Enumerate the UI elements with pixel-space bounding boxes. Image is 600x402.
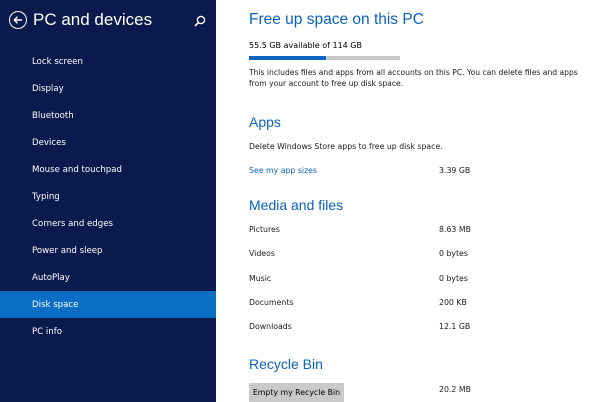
sidebar-item-devices[interactable]: Devices [0, 129, 216, 156]
media-row-value: 0 bytes [439, 274, 468, 283]
sidebar-item-pc-info[interactable]: PC info [0, 318, 216, 345]
sidebar-item-typing[interactable]: Typing [0, 183, 216, 210]
media-row-label: Downloads [249, 322, 292, 331]
sidebar-item-display[interactable]: Display [0, 75, 216, 102]
sidebar-item-mouse-and-touchpad[interactable]: Mouse and touchpad [0, 156, 216, 183]
media-row-label: Documents [249, 298, 294, 307]
disk-usage-bar [249, 56, 400, 60]
sidebar-item-bluetooth[interactable]: Bluetooth [0, 102, 216, 129]
media-row-value: 8.63 MB [439, 225, 471, 234]
media-row-value: 200 KB [439, 298, 467, 307]
apps-description: Delete Windows Store apps to free up dis… [249, 142, 443, 151]
sidebar-item-corners-and-edges[interactable]: Corners and edges [0, 210, 216, 237]
recycle-bin-heading: Recycle Bin [249, 356, 323, 372]
sidebar: PC and devices Lock screen Display Bluet… [0, 0, 216, 402]
sidebar-item-lock-screen[interactable]: Lock screen [0, 48, 216, 75]
page-title: Free up space on this PC [249, 11, 424, 28]
disk-space-description: This includes files and apps from all ac… [249, 68, 578, 88]
media-row-label: Pictures [249, 225, 280, 234]
media-row-label: Music [249, 274, 272, 283]
sidebar-title: PC and devices [33, 10, 153, 29]
search-icon[interactable] [193, 14, 207, 28]
sidebar-item-disk-space[interactable]: Disk space [0, 291, 216, 318]
sidebar-item-power-and-sleep[interactable]: Power and sleep [0, 237, 216, 264]
media-files-heading: Media and files [249, 197, 344, 213]
recycle-bin-size-value: 20.2 MB [439, 385, 471, 394]
see-app-sizes-link[interactable]: See my app sizes [249, 166, 317, 175]
media-row-value: 12.1 GB [439, 322, 471, 331]
sidebar-item-autoplay[interactable]: AutoPlay [0, 264, 216, 291]
main-content: Free up space on this PC 55.5 GB availab… [249, 0, 589, 402]
media-row-value: 0 bytes [439, 249, 468, 258]
disk-usage-bar-fill [249, 56, 327, 60]
back-button[interactable] [9, 11, 27, 29]
available-space-text: 55.5 GB available of 114 GB [249, 41, 362, 50]
apps-size-value: 3.39 GB [439, 166, 471, 175]
back-arrow-icon [13, 16, 22, 24]
sidebar-nav: Lock screen Display Bluetooth Devices Mo… [0, 48, 216, 345]
empty-recycle-bin-button[interactable]: Empty my Recycle Bin [249, 383, 344, 402]
media-row-label: Videos [249, 249, 275, 258]
apps-heading: Apps [249, 114, 281, 130]
